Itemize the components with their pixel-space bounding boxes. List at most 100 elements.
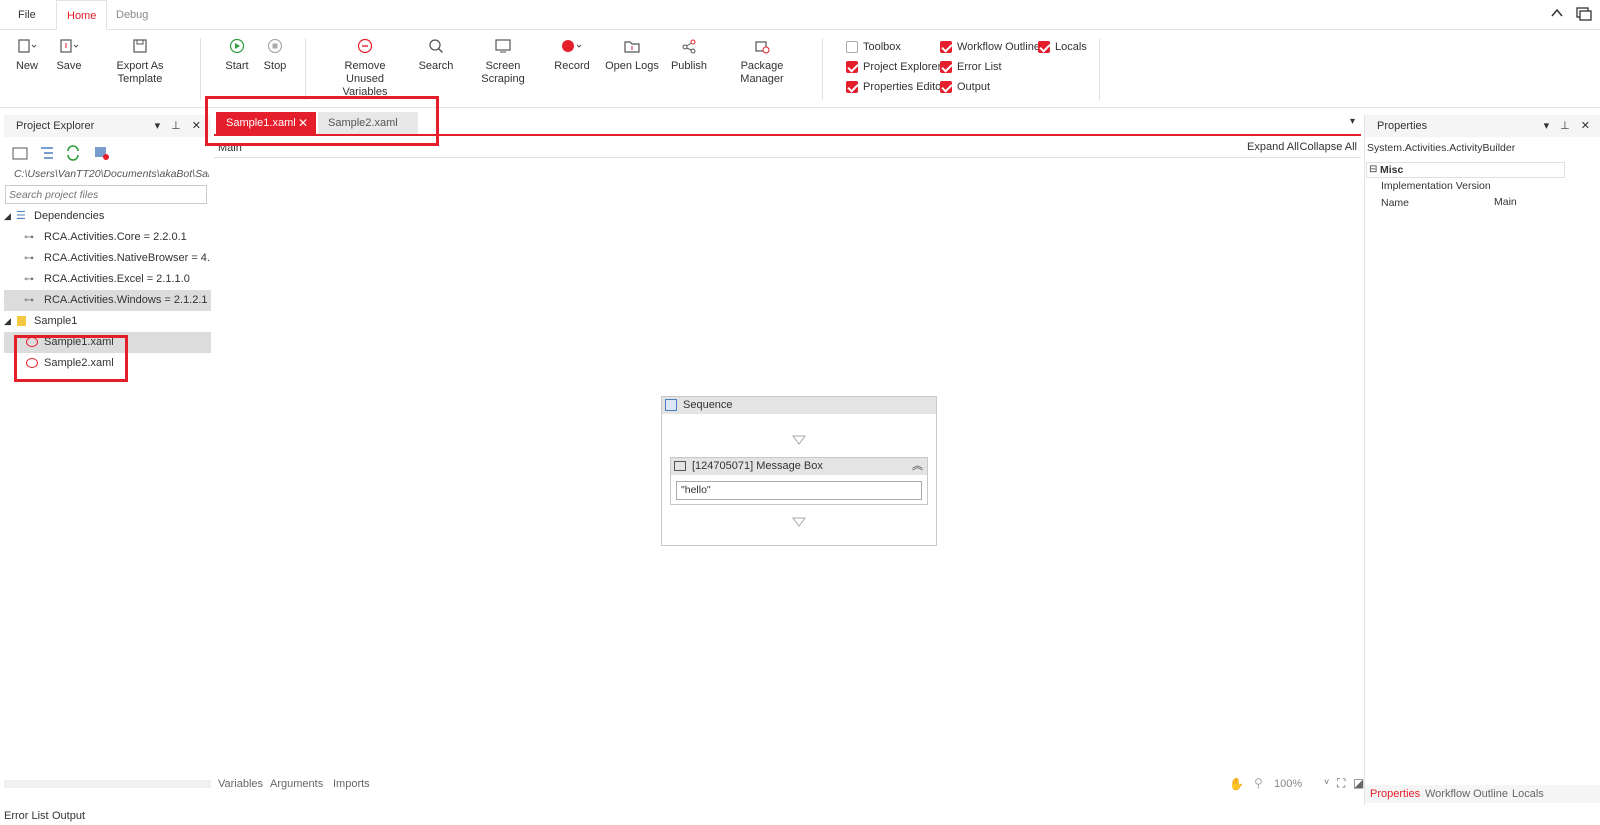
ribbon-separator — [822, 38, 823, 100]
notifications-icon[interactable] — [1576, 6, 1592, 25]
tab-locals[interactable]: Locals — [1512, 788, 1544, 800]
designer-footer: Variables Arguments Imports ✋ ⚲ 100% ˅ ⛶… — [214, 775, 1364, 793]
save-icon — [54, 30, 84, 60]
menu-tab-home[interactable]: Home — [56, 0, 108, 31]
ribbon-separator — [1099, 38, 1100, 100]
folder-icon — [604, 30, 660, 60]
collapse-activity-icon[interactable]: ︽ — [912, 458, 923, 475]
refresh-icon — [67, 145, 79, 161]
project-explorer-toolbar — [12, 145, 122, 161]
sequence-activity[interactable]: Sequence [124705071] Message Box ︽ "hell… — [661, 396, 937, 546]
message-text-input[interactable]: "hello" — [676, 481, 922, 500]
status-bar: Error List Output — [0, 807, 1600, 825]
project-explorer-checkbox[interactable]: Project Explorer — [846, 59, 941, 75]
export-as-template-button[interactable]: Export As Template — [95, 30, 185, 90]
variables-tab[interactable]: Variables — [218, 778, 263, 790]
sequence-header: Sequence — [662, 397, 936, 414]
screen-scraping-button[interactable]: Screen Scraping — [464, 30, 542, 90]
drop-target-icon[interactable] — [792, 435, 806, 448]
message-box-header: [124705071] Message Box ︽ — [671, 458, 927, 475]
error-list-checkbox[interactable]: Error List — [940, 59, 1002, 75]
play-icon — [222, 30, 252, 60]
tree-item-project[interactable]: ◢ Sample1 — [4, 311, 211, 332]
highlight-box — [205, 96, 439, 146]
search-icon — [416, 30, 456, 60]
imports-tab[interactable]: Imports — [333, 778, 370, 790]
package-icon: ⊶ — [24, 253, 34, 264]
overview-icon[interactable]: ◪ — [1353, 776, 1364, 790]
workflow-outline-checkbox[interactable]: Workflow Outline — [940, 39, 1040, 55]
error-list-tab[interactable]: Error List — [4, 810, 49, 822]
locals-checkbox[interactable]: Locals — [1038, 39, 1087, 55]
workflow-editor: Sample1.xaml ✕ Sample2.xaml ▾ Main Expan… — [214, 112, 1364, 805]
collapse-ribbon-icon[interactable] — [1550, 7, 1564, 22]
panel-controls[interactable]: ▾ ⊥ ✕ — [155, 115, 205, 137]
tree-item-dependency[interactable]: ⊶ RCA.Activities.Windows = 2.1.2.1 — [4, 290, 211, 311]
dependencies-icon: ☰ — [16, 210, 26, 222]
start-button[interactable]: Start — [222, 30, 252, 90]
menu-tab-file[interactable]: File — [8, 0, 46, 30]
drop-target-icon[interactable] — [792, 517, 806, 530]
record-button[interactable]: Record — [552, 30, 592, 90]
right-panel-tabs: Properties Workflow Outline Locals — [1365, 785, 1600, 803]
tab-menu-icon[interactable]: ▾ — [1350, 116, 1355, 127]
horizontal-scrollbar[interactable] — [4, 780, 211, 788]
zoom-dropdown-icon[interactable]: ˅ — [1324, 777, 1329, 787]
zoom-level[interactable]: 100% — [1274, 778, 1302, 790]
tree-item-dependency[interactable]: ⊶ RCA.Activities.NativeBrowser = 4.1.0.1 — [4, 248, 211, 269]
expand-all-link[interactable]: Expand All — [1247, 141, 1299, 153]
folder-icon — [17, 316, 26, 326]
new-file-icon — [12, 30, 42, 60]
remove-icon — [325, 30, 405, 60]
panel-controls[interactable]: ▾ ⊥ ✕ — [1544, 115, 1594, 137]
message-box-activity[interactable]: [124705071] Message Box ︽ "hello" — [670, 457, 928, 505]
search-project-files-input[interactable] — [5, 185, 207, 204]
stop-button[interactable]: Stop — [260, 30, 290, 90]
pan-hand-icon[interactable]: ✋ — [1229, 777, 1244, 791]
new-button[interactable]: New — [12, 30, 42, 90]
misc-category[interactable]: ⊟ Misc — [1366, 162, 1565, 178]
collapse-category-icon[interactable]: ⊟ — [1369, 163, 1377, 177]
tree-item-dependency[interactable]: ⊶ RCA.Activities.Core = 2.2.0.1 — [4, 227, 211, 248]
tree-item-dependencies[interactable]: ◢ ☰ Dependencies — [4, 206, 211, 227]
package-icon: ⊶ — [24, 274, 34, 285]
project-explorer-header: Project Explorer ▾ ⊥ ✕ — [4, 115, 211, 137]
package-icon: ⊶ — [24, 232, 34, 243]
arguments-tab[interactable]: Arguments — [270, 778, 323, 790]
tab-properties[interactable]: Properties — [1370, 788, 1420, 800]
tab-workflow-outline[interactable]: Workflow Outline — [1425, 788, 1508, 800]
toolbox-checkbox[interactable]: Toolbox — [846, 39, 901, 55]
stop-icon — [260, 30, 290, 60]
package-icon: ⊶ — [24, 295, 34, 306]
properties-editor-checkbox[interactable]: Properties Editor — [846, 79, 945, 95]
project-path: C:\Users\VanTT20\Documents\akaBot\Sam — [14, 168, 209, 180]
expand-arrow-icon[interactable]: ◢ — [4, 206, 11, 227]
fit-to-screen-icon[interactable]: ⛶ — [1337, 776, 1345, 791]
sequence-icon — [665, 399, 677, 411]
menu-bar: File Home Debug — [0, 0, 1600, 31]
property-row[interactable]: Name Main — [1366, 194, 1565, 210]
properties-header: Properties ▾ ⊥ ✕ — [1365, 115, 1600, 137]
collapse-all-link[interactable]: Collapse All — [1300, 141, 1357, 153]
message-icon — [674, 461, 686, 471]
save-button[interactable]: Save — [54, 30, 84, 90]
open-logs-button[interactable]: Open Logs — [604, 30, 660, 90]
remove-unused-variables-button[interactable]: Remove Unused Variables — [325, 30, 405, 98]
screen-scraping-icon — [464, 30, 542, 60]
package-icon — [718, 30, 806, 60]
menu-tab-debug[interactable]: Debug — [106, 0, 158, 30]
zoom-icon[interactable]: ⚲ — [1254, 776, 1263, 790]
remove-dependency-icon — [95, 147, 109, 160]
package-manager-button[interactable]: Package Manager — [718, 30, 806, 90]
search-button[interactable]: Search — [416, 30, 456, 90]
property-type: System.Activities.ActivityBuilder — [1367, 142, 1516, 154]
output-tab[interactable]: Output — [52, 810, 85, 822]
ribbon-separator — [200, 38, 201, 100]
property-row[interactable]: Implementation Version — [1366, 178, 1565, 194]
tree-item-dependency[interactable]: ⊶ RCA.Activities.Excel = 2.1.1.0 — [4, 269, 211, 290]
publish-button[interactable]: Publish — [668, 30, 710, 90]
record-icon — [552, 30, 592, 60]
project-explorer-panel: Project Explorer ▾ ⊥ ✕ C:\Users\VanTT20\… — [4, 115, 211, 805]
expand-arrow-icon[interactable]: ◢ — [4, 311, 11, 332]
output-checkbox[interactable]: Output — [940, 79, 990, 95]
